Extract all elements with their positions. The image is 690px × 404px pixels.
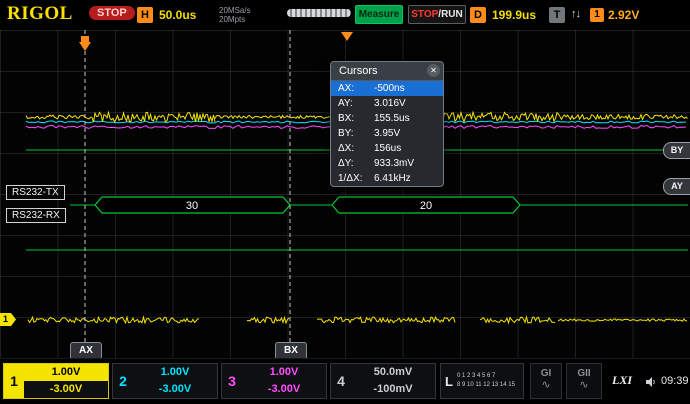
- channel2-scale: 1.00V: [160, 366, 190, 378]
- run-label: /RUN: [438, 9, 463, 20]
- top-bar: RIGOL STOP H 50.0us 20MSa/s 20Mpts Measu…: [0, 0, 690, 31]
- channel4-offset: -100mV: [373, 383, 413, 395]
- channel2-status[interactable]: 2 1.00V -3.00V: [112, 363, 218, 399]
- rs232-tx-label[interactable]: RS232-TX: [6, 185, 65, 200]
- generator2-label: GII: [577, 368, 591, 379]
- cursors-panel: Cursors ✕ AX: -500ns AY: 3.016V BX: 155.…: [330, 61, 444, 187]
- generator2-status[interactable]: GII ∿: [566, 363, 602, 399]
- channel1-offset: -3.00V: [24, 381, 108, 398]
- trigger-menu-button[interactable]: T: [549, 7, 565, 23]
- timebase-value[interactable]: 50.0us: [159, 8, 196, 22]
- digital-label: L: [445, 373, 453, 389]
- cursor-row-value: 155.5us: [374, 113, 410, 124]
- cursor-row-label: AX:: [338, 83, 355, 94]
- close-icon[interactable]: ✕: [427, 64, 440, 77]
- cursor-by-tag[interactable]: BY: [663, 142, 690, 159]
- cursor-row-ay[interactable]: AY: 3.016V: [331, 96, 443, 111]
- sample-rate: 20MSa/s: [219, 6, 251, 15]
- cursor-row-label: 1/ΔX:: [338, 173, 363, 184]
- channel2-offset: -3.00V: [158, 383, 192, 395]
- svg-text:20: 20: [420, 200, 432, 212]
- cursor-row-value: 156us: [374, 143, 402, 154]
- cursor-row-label: BX:: [338, 113, 355, 124]
- bottom-bar: 1 1.00V -3.00V 2 1.00V -3.00V 3 1.00V -3…: [0, 358, 690, 404]
- cursors-panel-title: Cursors: [339, 65, 378, 77]
- cursor-row-ax[interactable]: AX: -500ns: [331, 81, 443, 96]
- cursor-row-by[interactable]: BY: 3.95V: [331, 126, 443, 141]
- cursor-row-value: 933.3mV: [374, 158, 415, 169]
- trigger-level-value[interactable]: 2.92V: [608, 8, 639, 22]
- cursors-panel-titlebar[interactable]: Cursors ✕: [331, 62, 443, 81]
- channel3-scale: 1.00V: [269, 366, 299, 378]
- channel3-status[interactable]: 3 1.00V -3.00V: [221, 363, 327, 399]
- cursor-row-value: 3.016V: [374, 98, 406, 109]
- cursor-row-label: ΔX:: [338, 143, 355, 154]
- rs232-rx-label[interactable]: RS232-RX: [6, 208, 66, 223]
- cursor-row-value: 6.41kHz: [374, 173, 411, 184]
- oscilloscope-screen: RIGOL STOP H 50.0us 20MSa/s 20Mpts Measu…: [0, 0, 690, 404]
- generator1-status[interactable]: GI ∿: [530, 363, 562, 399]
- delay-position-marker[interactable]: [341, 32, 353, 41]
- channel1-scale: 1.00V: [24, 364, 108, 381]
- digital-channel-list: 0 1 2 3 4 5 6 7 8 9 10 11 12 13 14 15: [457, 372, 523, 390]
- stop-run-button[interactable]: STOP/RUN: [408, 5, 466, 24]
- stop-label: STOP: [411, 9, 439, 20]
- speaker-icon[interactable]: [645, 375, 657, 387]
- channel4-scale: 50.0mV: [373, 366, 413, 378]
- cursor-row-label: BY:: [338, 128, 354, 139]
- run-state-badge[interactable]: STOP: [89, 6, 135, 20]
- cursor-row-dx[interactable]: ΔX: 156us: [331, 141, 443, 156]
- channel1-status[interactable]: 1 1.00V -3.00V: [3, 363, 109, 399]
- channel3-number: 3: [228, 373, 236, 389]
- delay-value[interactable]: 199.9us: [492, 8, 536, 22]
- waveform-display: 30 20 RS232-TX RS232-RX BY AY AX BX 1 Cur…: [0, 30, 690, 360]
- delay-menu-button[interactable]: D: [470, 7, 486, 23]
- acquisition-info: 20MSa/s 20Mpts: [219, 6, 251, 24]
- cursor-row-label: ΔY:: [338, 158, 354, 169]
- channel4-status[interactable]: 4 50.0mV -100mV: [330, 363, 436, 399]
- memory-depth: 20Mpts: [219, 15, 246, 24]
- digital-row-high: 8 9 10 11 12 13 14 15: [457, 382, 515, 388]
- svg-text:30: 30: [186, 200, 198, 212]
- sine-wave-icon: ∿: [579, 379, 589, 391]
- trigger-position-marker[interactable]: [79, 36, 91, 51]
- channel4-number: 4: [337, 373, 345, 389]
- cursor-row-value: -500ns: [374, 83, 405, 94]
- memory-position-bar[interactable]: [287, 9, 351, 17]
- cursor-row-inv-dx[interactable]: 1/ΔX: 6.41kHz: [331, 171, 443, 186]
- channel1-number: 1: [4, 364, 24, 398]
- generator1-label: GI: [540, 368, 552, 379]
- rigol-logo: RIGOL: [7, 3, 73, 24]
- cursor-row-dy[interactable]: ΔY: 933.3mV: [331, 156, 443, 171]
- cursor-ay-tag[interactable]: AY: [663, 178, 690, 195]
- horizontal-menu-button[interactable]: H: [137, 7, 153, 23]
- sine-wave-icon: ∿: [541, 379, 551, 391]
- trigger-source-badge[interactable]: 1: [590, 8, 604, 22]
- channel2-number: 2: [119, 373, 127, 389]
- clock[interactable]: 09:39: [661, 375, 689, 387]
- lxi-logo: LXI: [612, 373, 633, 387]
- cursor-row-value: 3.95V: [374, 128, 401, 139]
- digital-channels-status[interactable]: L 0 1 2 3 4 5 6 7 8 9 10 11 12 13 14 15: [440, 363, 524, 399]
- channel3-offset: -3.00V: [267, 383, 301, 395]
- trigger-slope-icon: ↑↓: [571, 8, 581, 20]
- digital-row-low: 0 1 2 3 4 5 6 7: [457, 373, 496, 379]
- measure-button[interactable]: Measure: [355, 5, 403, 24]
- cursor-row-label: AY:: [338, 98, 353, 109]
- cursor-row-bx[interactable]: BX: 155.5us: [331, 111, 443, 126]
